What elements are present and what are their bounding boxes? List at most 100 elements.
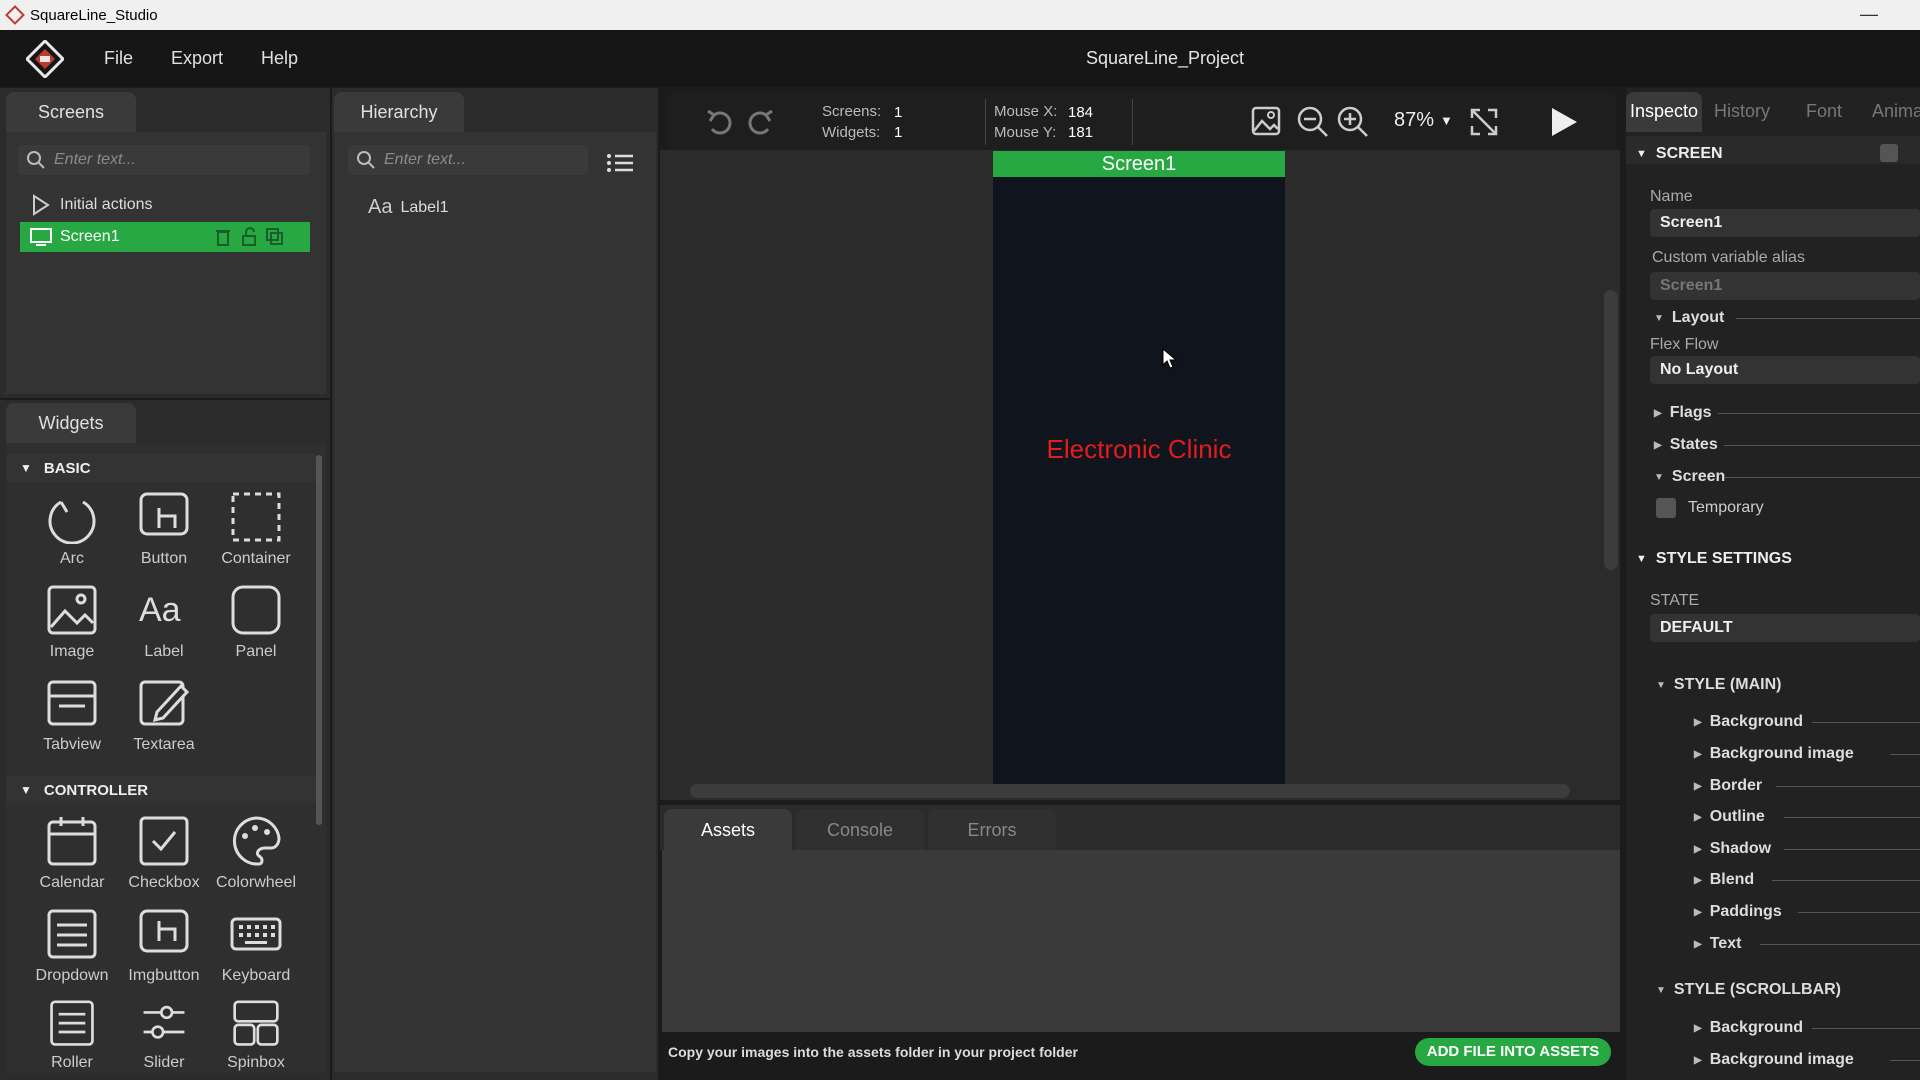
tab-screens[interactable]: Screens	[6, 92, 136, 132]
style-main-label: STYLE (MAIN)	[1673, 676, 1782, 693]
screens-search-input[interactable]	[54, 151, 224, 169]
state-select[interactable]: DEFAULT	[1650, 614, 1920, 642]
keyboard-icon	[230, 917, 282, 951]
chevron-down-icon: ▼	[1440, 113, 1453, 128]
widget-button[interactable]: Button	[118, 490, 210, 578]
style-main-shadow[interactable]: ▶ Shadow	[1694, 840, 1771, 858]
widget-image[interactable]: Image	[26, 583, 118, 671]
canvas-horizontal-scrollbar[interactable]	[690, 784, 1570, 798]
widget-calendar[interactable]: Calendar	[26, 814, 118, 902]
widget-label: Label	[144, 643, 184, 660]
style-main-background-image[interactable]: ▶ Background image	[1694, 745, 1854, 763]
widget-label: Colorwheel	[215, 874, 297, 891]
menu-file[interactable]: File	[104, 48, 133, 69]
widgets-scrollbar[interactable]	[316, 455, 322, 825]
style-main-text[interactable]: ▶ Text	[1694, 935, 1741, 953]
duplicate-icon[interactable]	[262, 226, 288, 248]
section-basic[interactable]: ▼ BASIC	[6, 454, 316, 482]
minimize-button[interactable]: —	[1860, 4, 1880, 24]
style-main-outline[interactable]: ▶ Outline	[1694, 808, 1765, 826]
subsection-flags[interactable]: ▶ Flags	[1654, 404, 1712, 422]
trash-icon[interactable]	[210, 226, 236, 248]
tab-inspector[interactable]: Inspecto	[1630, 101, 1698, 122]
style-scrollbar-background[interactable]: ▶ Background	[1694, 1019, 1803, 1037]
tab-animation[interactable]: Anima	[1872, 101, 1920, 122]
zoom-out-icon[interactable]	[1296, 105, 1330, 137]
section-basic-label: BASIC	[43, 459, 91, 477]
widget-checkbox[interactable]: Checkbox	[118, 814, 210, 902]
style-item-label: Blend	[1709, 871, 1755, 888]
search-icon	[27, 151, 45, 169]
tab-hierarchy[interactable]: Hierarchy	[334, 92, 464, 132]
style-scrollbar-background-image[interactable]: ▶ Background image	[1694, 1051, 1854, 1069]
tab-assets[interactable]: Assets	[664, 809, 792, 851]
menu-export[interactable]: Export	[171, 48, 223, 69]
style-main-blend[interactable]: ▶ Blend	[1694, 871, 1754, 889]
widget-colorwheel[interactable]: Colorwheel	[210, 814, 302, 902]
subsection-layout[interactable]: ▼ Layout	[1654, 309, 1724, 327]
temporary-checkbox[interactable]	[1656, 498, 1676, 518]
widget-label: Button	[140, 550, 188, 567]
widget-label: Image	[49, 643, 95, 660]
screen-toggle-checkbox[interactable]	[1880, 144, 1898, 162]
fit-screen-icon[interactable]	[1468, 106, 1500, 138]
subsection-screen[interactable]: ▼ Screen	[1654, 468, 1725, 486]
tab-widgets[interactable]: Widgets	[6, 403, 136, 443]
style-main-paddings[interactable]: ▶ Paddings	[1694, 903, 1782, 921]
widget-spinbox[interactable]: Spinbox	[210, 1000, 302, 1072]
widget-tabview[interactable]: Tabview	[26, 676, 118, 764]
widget-textarea[interactable]: Textarea	[118, 676, 210, 764]
screen-item-screen1[interactable]: Screen1	[20, 222, 310, 252]
style-main-header[interactable]: ▼ STYLE (MAIN)	[1656, 676, 1781, 694]
toolbar-divider	[1132, 99, 1133, 145]
tab-font[interactable]: Font	[1806, 101, 1842, 122]
alias-field[interactable]: Screen1	[1650, 272, 1920, 300]
label1-widget[interactable]: Electronic Clinic	[993, 434, 1285, 465]
zoom-select[interactable]: 87% ▼	[1394, 109, 1453, 132]
tab-errors[interactable]: Errors	[928, 809, 1056, 851]
initial-actions-item[interactable]: Initial actions	[20, 190, 310, 220]
image-icon	[47, 585, 97, 635]
list-view-icon[interactable]	[605, 152, 635, 174]
screen-preview[interactable]: Electronic Clinic	[993, 177, 1285, 785]
widget-slider[interactable]: Slider	[118, 1000, 210, 1072]
button-icon	[139, 492, 189, 536]
add-file-into-assets-button[interactable]: ADD FILE INTO ASSETS	[1415, 1038, 1611, 1066]
canvas-vertical-scrollbar[interactable]	[1604, 290, 1618, 570]
unlock-icon[interactable]	[236, 226, 262, 248]
section-screen[interactable]: ▼ SCREEN	[1636, 145, 1723, 163]
section-style-settings[interactable]: ▼ STYLE SETTINGS	[1636, 550, 1792, 568]
background-image-icon[interactable]	[1250, 105, 1282, 137]
name-field[interactable]: Screen1	[1650, 209, 1920, 237]
widget-imgbutton[interactable]: Imgbutton	[118, 907, 210, 995]
widget-keyboard[interactable]: Keyboard	[210, 907, 302, 995]
menu-bar: File Export Help SquareLine_Project	[0, 30, 1920, 87]
tab-history[interactable]: History	[1714, 101, 1770, 122]
hierarchy-item-label1[interactable]: Aa Label1	[368, 196, 449, 219]
menu-help[interactable]: Help	[261, 48, 298, 69]
widget-roller[interactable]: Roller	[26, 1000, 118, 1072]
section-controller[interactable]: ▼ CONTROLLER	[6, 776, 316, 804]
subsection-states[interactable]: ▶ States	[1654, 436, 1718, 454]
flex-flow-select[interactable]: No Layout	[1650, 356, 1920, 384]
hierarchy-search-input[interactable]	[384, 151, 554, 169]
style-scrollbar-header[interactable]: ▼ STYLE (SCROLLBAR)	[1656, 981, 1841, 999]
widget-panel[interactable]: Panel	[210, 583, 302, 671]
hierarchy-search[interactable]	[348, 145, 588, 175]
screens-search[interactable]	[18, 145, 310, 175]
widget-label[interactable]: Aa Label	[118, 583, 210, 671]
search-icon	[357, 151, 375, 169]
style-main-background[interactable]: ▶ Background	[1694, 713, 1803, 731]
zoom-in-icon[interactable]	[1336, 105, 1370, 137]
redo-icon[interactable]	[744, 107, 776, 137]
style-main-border[interactable]: ▶ Border	[1694, 777, 1762, 795]
play-icon[interactable]	[1546, 105, 1580, 139]
screen-name-tag[interactable]: Screen1	[993, 151, 1285, 177]
widget-arc[interactable]: Arc	[26, 490, 118, 578]
tab-console[interactable]: Console	[796, 809, 924, 851]
widget-container[interactable]: Container	[210, 490, 302, 578]
widget-label: Keyboard	[221, 967, 291, 984]
widget-dropdown[interactable]: Dropdown	[26, 907, 118, 995]
section-controller-label: CONTROLLER	[43, 781, 149, 799]
undo-icon[interactable]	[704, 107, 736, 137]
